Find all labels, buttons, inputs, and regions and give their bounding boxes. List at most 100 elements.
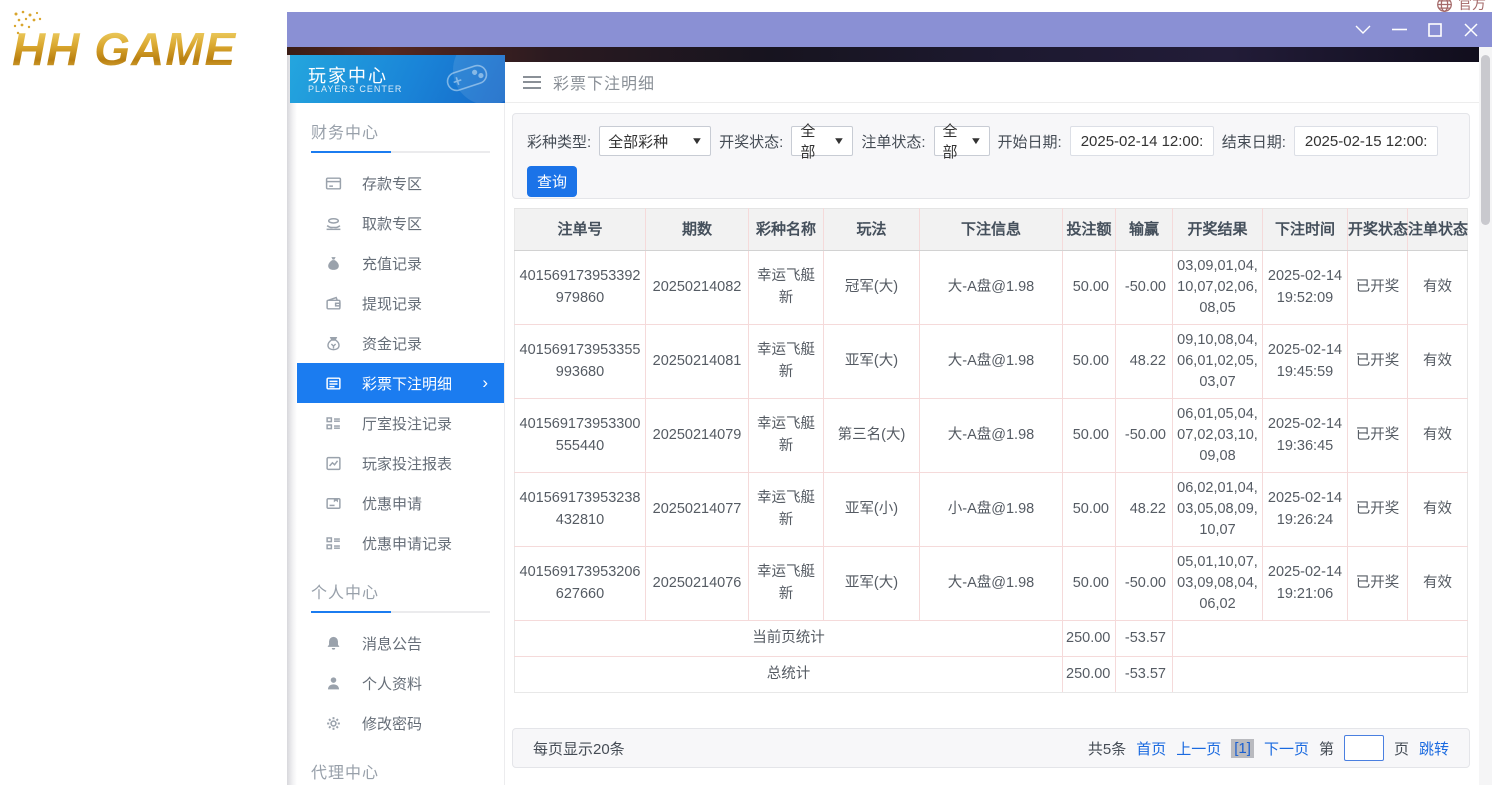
page-suffix-text: 页 xyxy=(1394,738,1409,759)
page-summary-row: 当前页统计 250.00 -53.57 xyxy=(515,621,1468,657)
sidebar-item-recharge-records[interactable]: 充值记录 xyxy=(297,243,504,283)
search-button[interactable]: 查询 xyxy=(527,166,577,197)
lottery-type-label: 彩种类型: xyxy=(527,131,591,152)
lottery-type-select[interactable]: 全部彩种▼ xyxy=(599,126,711,156)
col-lottery: 彩种名称 xyxy=(749,209,824,251)
bet-list-icon xyxy=(325,375,342,392)
hand-withdraw-icon xyxy=(325,215,342,232)
sidebar-item-label: 优惠申请记录 xyxy=(362,533,452,554)
hall-list-icon xyxy=(325,415,342,432)
total-count-text: 共5条 xyxy=(1088,738,1126,759)
sidebar-item-withdraw-zone[interactable]: 取款专区 xyxy=(297,203,504,243)
vertical-scrollbar[interactable] xyxy=(1479,47,1492,785)
bank-card-icon xyxy=(325,175,342,192)
sidebar-item-label: 玩家投注报表 xyxy=(362,453,452,474)
maximize-icon xyxy=(1428,23,1442,37)
sidebar-item-fund-records[interactable]: 资金记录 xyxy=(297,323,504,363)
col-bet-id: 注单号 xyxy=(515,209,646,251)
total-summary-row: 总统计 250.00 -53.57 xyxy=(515,657,1468,693)
sidebar-item-label: 个人资料 xyxy=(362,673,422,694)
jump-link[interactable]: 跳转 xyxy=(1419,738,1449,759)
sidebar-item-withdrawal-records[interactable]: 提现记录 xyxy=(297,283,504,323)
total-summary-winloss: -53.57 xyxy=(1116,657,1173,693)
gear-icon xyxy=(325,715,342,732)
scrollbar-thumb[interactable] xyxy=(1481,55,1490,225)
money-bag-icon xyxy=(325,255,342,272)
col-play: 玩法 xyxy=(824,209,920,251)
col-result: 开奖结果 xyxy=(1173,209,1263,251)
sidebar-item-label: 修改密码 xyxy=(362,713,422,734)
sidebar-subtitle: PLAYERS CENTER xyxy=(308,84,402,94)
sidebar-item-label: 提现记录 xyxy=(362,293,422,314)
select-caret-icon: ▼ xyxy=(969,136,982,147)
sidebar-left-shadow xyxy=(287,55,297,785)
sidebar-item-label: 存款专区 xyxy=(362,173,422,194)
page-summary-label: 当前页统计 xyxy=(515,621,1063,657)
prev-page-link[interactable]: 上一页 xyxy=(1176,738,1221,759)
next-page-link[interactable]: 下一页 xyxy=(1264,738,1309,759)
window-close-button[interactable] xyxy=(1458,17,1484,43)
draw-status-select[interactable]: 全部▼ xyxy=(791,126,853,156)
page-title: 彩票下注明细 xyxy=(553,70,655,94)
sidebar-item-profile[interactable]: 个人资料 xyxy=(297,663,504,703)
section-divider xyxy=(311,151,490,153)
close-icon xyxy=(1464,23,1478,37)
window-titlebar xyxy=(287,12,1492,47)
logo-sparkle-dots xyxy=(10,10,56,40)
hamburger-menu-icon[interactable] xyxy=(523,76,541,89)
sidebar-item-promo-apply[interactable]: 优惠申请 xyxy=(297,483,504,523)
window-minimize-button[interactable] xyxy=(1386,17,1412,43)
section-agent-center: 代理中心 xyxy=(311,759,490,783)
end-date-input[interactable] xyxy=(1294,126,1438,156)
select-caret-icon: ▼ xyxy=(691,136,704,147)
sidebar-item-label: 充值记录 xyxy=(362,253,422,274)
person-icon xyxy=(325,675,342,692)
window-maximize-button[interactable] xyxy=(1422,17,1448,43)
page-prefix-text: 第 xyxy=(1319,738,1334,759)
table-header-row: 注单号 期数 彩种名称 玩法 下注信息 投注额 输赢 开奖结果 下注时间 开奖状… xyxy=(515,209,1468,251)
chevron-right-icon: › xyxy=(482,373,488,393)
sidebar-item-change-password[interactable]: 修改密码 xyxy=(297,703,504,743)
sidebar-item-promo-apply-records[interactable]: 优惠申请记录 xyxy=(297,523,504,563)
sidebar-item-label: 厅室投注记录 xyxy=(362,413,452,434)
draw-status-label: 开奖状态: xyxy=(719,131,783,152)
start-date-input[interactable] xyxy=(1070,126,1214,156)
bell-icon xyxy=(325,635,342,652)
sidebar-item-label: 消息公告 xyxy=(362,633,422,654)
col-win-loss: 输赢 xyxy=(1116,209,1173,251)
sidebar-item-label: 资金记录 xyxy=(362,333,422,354)
col-order-status: 注单状态 xyxy=(1408,209,1468,251)
sidebar-item-announcements[interactable]: 消息公告 xyxy=(297,623,504,663)
total-summary-label: 总统计 xyxy=(515,657,1063,693)
main-header: 彩票下注明细 xyxy=(505,62,1480,103)
table-row: 401569173953206627660 20250214076 幸运飞艇新 … xyxy=(515,547,1468,621)
sidebar-item-deposit-zone[interactable]: 存款专区 xyxy=(297,163,504,203)
page-summary-amount: 250.00 xyxy=(1063,621,1116,657)
col-bet-info: 下注信息 xyxy=(920,209,1063,251)
site-logo: HH GAME xyxy=(12,22,282,88)
app-window: HH GAME 官方 xyxy=(0,0,1492,785)
first-page-link[interactable]: 首页 xyxy=(1136,738,1166,759)
table-row: 401569173953355993680 20250214081 幸运飞艇新 … xyxy=(515,325,1468,399)
window-collapse-button[interactable] xyxy=(1350,17,1376,43)
order-status-label: 注单状态: xyxy=(861,131,925,152)
sidebar-menu: 财务中心 存款专区 取款专区 xyxy=(297,103,505,785)
sidebar-item-player-bet-report[interactable]: 玩家投注报表 xyxy=(297,443,504,483)
col-bet-time: 下注时间 xyxy=(1263,209,1348,251)
sidebar-item-hall-bet-records[interactable]: 厅室投注记录 xyxy=(297,403,504,443)
coupon-list-icon xyxy=(325,535,342,552)
select-caret-icon: ▼ xyxy=(833,136,846,147)
filter-panel: 彩种类型: 全部彩种▼ 开奖状态: 全部▼ 注单状态: 全部▼ 开始日期: 结束… xyxy=(512,113,1470,199)
col-period: 期数 xyxy=(646,209,749,251)
chevron-down-icon xyxy=(1355,25,1371,34)
col-amount: 投注额 xyxy=(1063,209,1116,251)
table-row: 401569173953238432810 20250214077 幸运飞艇新 … xyxy=(515,473,1468,547)
bet-records-table: 注单号 期数 彩种名称 玩法 下注信息 投注额 输赢 开奖结果 下注时间 开奖状… xyxy=(514,208,1468,693)
page-jump-input[interactable] xyxy=(1344,735,1384,761)
coupon-icon xyxy=(325,495,342,512)
table-row: 401569173953392979860 20250214082 幸运飞艇新 … xyxy=(515,251,1468,325)
total-summary-amount: 250.00 xyxy=(1063,657,1116,693)
table-row: 401569173953300555440 20250214079 幸运飞艇新 … xyxy=(515,399,1468,473)
order-status-select[interactable]: 全部▼ xyxy=(934,126,990,156)
sidebar-item-lottery-bet-details[interactable]: 彩票下注明细 › xyxy=(297,363,504,403)
